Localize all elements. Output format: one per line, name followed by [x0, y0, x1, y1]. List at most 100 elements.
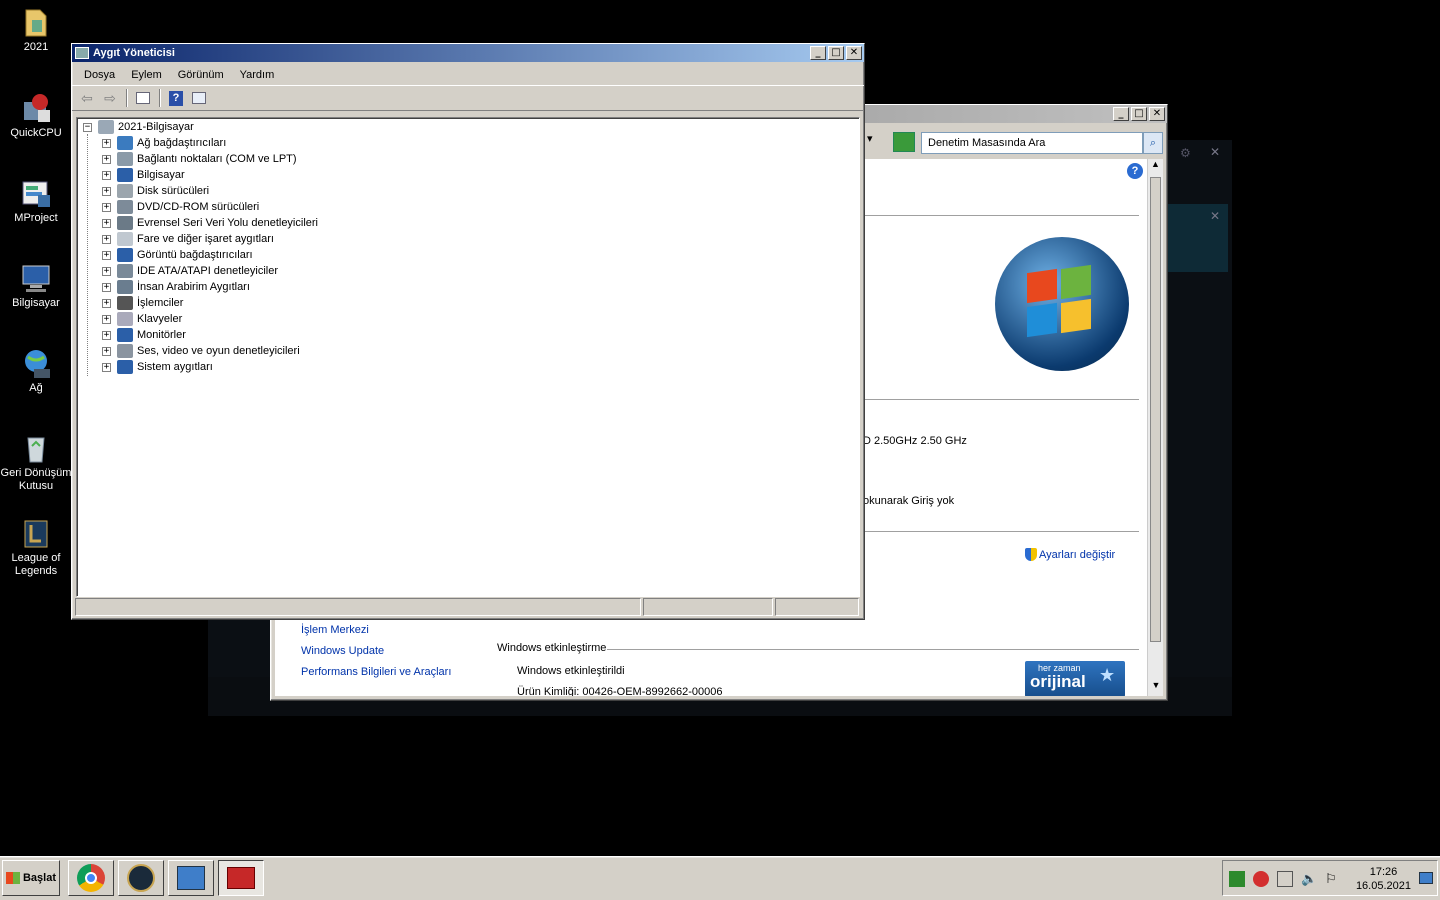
tree-category[interactable]: + Fare ve diğer işaret aygıtları	[102, 231, 274, 247]
minimize-button[interactable]: _	[1113, 107, 1129, 121]
minimize-button[interactable]: _	[810, 46, 826, 60]
expand-icon[interactable]: +	[102, 314, 111, 324]
tree-category[interactable]: + DVD/CD-ROM sürücüleri	[102, 199, 259, 215]
forward-arrow-icon[interactable]: ⇨	[99, 88, 121, 108]
expand-icon[interactable]: +	[102, 170, 111, 180]
expand-icon[interactable]: +	[102, 218, 111, 228]
start-button[interactable]: Başlat	[2, 860, 60, 896]
device-category-icon	[117, 312, 133, 326]
divider	[865, 531, 1139, 532]
pen-touch-value: okunarak Giriş yok	[863, 495, 955, 507]
address-dropdown-icon[interactable]: ▾	[867, 132, 873, 145]
tree-category[interactable]: + Ağ bağdaştırıcıları	[102, 135, 226, 151]
tree-category[interactable]: + Görüntü bağdaştırıcıları	[102, 247, 253, 263]
taskbar-chrome[interactable]	[68, 860, 114, 896]
tree-category[interactable]: + IDE ATA/ATAPI denetleyiciler	[102, 263, 278, 279]
taskbar-device-manager[interactable]	[218, 860, 264, 896]
tree-category[interactable]: + Disk sürücüleri	[102, 183, 209, 199]
antivirus-icon[interactable]	[1253, 871, 1269, 887]
expand-icon[interactable]: +	[102, 202, 111, 212]
help-icon[interactable]: ?	[1127, 163, 1143, 179]
device-manager-app-icon	[75, 47, 89, 59]
tree-category-label: IDE ATA/ATAPI denetleyiciler	[137, 265, 279, 277]
device-manager-titlebar[interactable]: Aygıt Yöneticisi _ □ ✕	[72, 44, 864, 62]
scroll-down-icon[interactable]: ▼	[1148, 680, 1163, 696]
clock[interactable]: 17:26 16.05.2021	[1356, 865, 1411, 893]
back-arrow-icon[interactable]: ⇦	[76, 88, 98, 108]
expand-icon[interactable]: +	[102, 250, 111, 260]
expand-icon[interactable]: +	[102, 266, 111, 276]
collapse-icon[interactable]: −	[83, 122, 92, 132]
scrollbar-thumb[interactable]	[1150, 177, 1161, 642]
desktop-icon-computer[interactable]: Bilgisayar	[0, 262, 72, 310]
taskbar-control-panel[interactable]	[168, 860, 214, 896]
menu-view[interactable]: Görünüm	[170, 69, 232, 81]
tree-category[interactable]: + Bağlantı noktaları (COM ve LPT)	[102, 151, 297, 167]
search-input[interactable]: Denetim Masasında Ara	[921, 132, 1143, 154]
bg-close-icon: ✕	[1210, 145, 1221, 159]
network-tray-icon[interactable]	[1277, 871, 1293, 887]
expand-icon[interactable]: +	[102, 138, 111, 148]
tree-category[interactable]: + Sistem aygıtları	[102, 359, 213, 375]
refresh-icon[interactable]	[893, 132, 915, 152]
nvidia-icon[interactable]	[1229, 871, 1245, 887]
expand-icon[interactable]: +	[102, 186, 111, 196]
expand-icon[interactable]: +	[102, 346, 111, 356]
maximize-button[interactable]: □	[1131, 107, 1147, 121]
expand-icon[interactable]: +	[102, 298, 111, 308]
desktop-icon-network[interactable]: Ağ	[0, 347, 72, 395]
performance-info-link[interactable]: Performans Bilgileri ve Araçları	[301, 666, 451, 678]
tree-category[interactable]: + Bilgisayar	[102, 167, 185, 183]
tree-category[interactable]: + İşlemciler	[102, 295, 183, 311]
change-settings-link[interactable]: Ayarları değiştir	[1025, 548, 1115, 561]
vertical-scrollbar[interactable]: ▲ ▼	[1147, 159, 1163, 696]
show-hide-tree-icon[interactable]	[132, 88, 154, 108]
device-category-icon	[117, 152, 133, 166]
device-manager-window[interactable]: Aygıt Yöneticisi _ □ ✕ Dosya Eylem Görün…	[71, 43, 865, 620]
desktop-icon-label: 2021	[23, 41, 49, 53]
expand-icon[interactable]: +	[102, 234, 111, 244]
tree-category[interactable]: + Evrensel Seri Veri Yolu denetleyicileri	[102, 215, 318, 231]
expand-icon[interactable]: +	[102, 362, 111, 372]
genuine-badge[interactable]: her zaman orijinal ★	[1025, 661, 1125, 696]
tree-root[interactable]: − 2021-Bilgisayar	[83, 119, 194, 135]
expand-icon[interactable]: +	[102, 282, 111, 292]
device-category-icon	[117, 328, 133, 342]
help-icon[interactable]: ?	[165, 88, 187, 108]
properties-icon[interactable]	[188, 88, 210, 108]
menu-action[interactable]: Eylem	[123, 69, 170, 81]
windows-update-link[interactable]: Windows Update	[301, 645, 384, 657]
control-panel-icon	[177, 866, 205, 890]
tree-category[interactable]: + Monitörler	[102, 327, 186, 343]
desktop-icon-quickcpu[interactable]: QuickCPU	[0, 92, 72, 140]
menu-help[interactable]: Yardım	[232, 69, 283, 81]
desktop-icon-league[interactable]: League of Legends	[0, 517, 72, 578]
show-desktop-icon[interactable]	[1419, 872, 1433, 884]
status-pane	[75, 598, 641, 616]
expand-icon[interactable]: +	[102, 154, 111, 164]
close-button[interactable]: ✕	[1149, 107, 1165, 121]
change-settings-label: Ayarları değiştir	[1039, 548, 1116, 561]
device-category-icon	[117, 168, 133, 182]
desktop-icon-label: QuickCPU	[10, 127, 62, 139]
device-tree[interactable]: − 2021-Bilgisayar + Ağ bağdaştırıcıları + B…	[76, 117, 860, 597]
star-icon: ★	[1099, 665, 1116, 685]
desktop-icon-recycle-bin[interactable]: Geri Dönüşüm Kutusu	[0, 432, 72, 493]
desktop-icon-2021[interactable]: 2021	[0, 6, 72, 54]
menu-file[interactable]: Dosya	[76, 69, 123, 81]
volume-icon[interactable]: 🔈	[1301, 871, 1317, 887]
tree-category[interactable]: + Klavyeler	[102, 311, 182, 327]
scroll-up-icon[interactable]: ▲	[1148, 159, 1163, 175]
tree-category[interactable]: + Ses, video ve oyun denetleyicileri	[102, 343, 300, 359]
maximize-button[interactable]: □	[828, 46, 844, 60]
tree-category[interactable]: + İnsan Arabirim Aygıtları	[102, 279, 250, 295]
search-icon[interactable]: ⌕	[1143, 132, 1163, 154]
taskbar-league[interactable]	[118, 860, 164, 896]
desktop-icon-mproject[interactable]: MProject	[0, 177, 72, 225]
tree-line	[87, 134, 88, 376]
action-center-flag-icon[interactable]: ⚐	[1325, 871, 1341, 887]
divider	[865, 399, 1139, 400]
close-button[interactable]: ✕	[846, 46, 862, 60]
expand-icon[interactable]: +	[102, 330, 111, 340]
action-center-link[interactable]: İşlem Merkezi	[301, 624, 369, 636]
